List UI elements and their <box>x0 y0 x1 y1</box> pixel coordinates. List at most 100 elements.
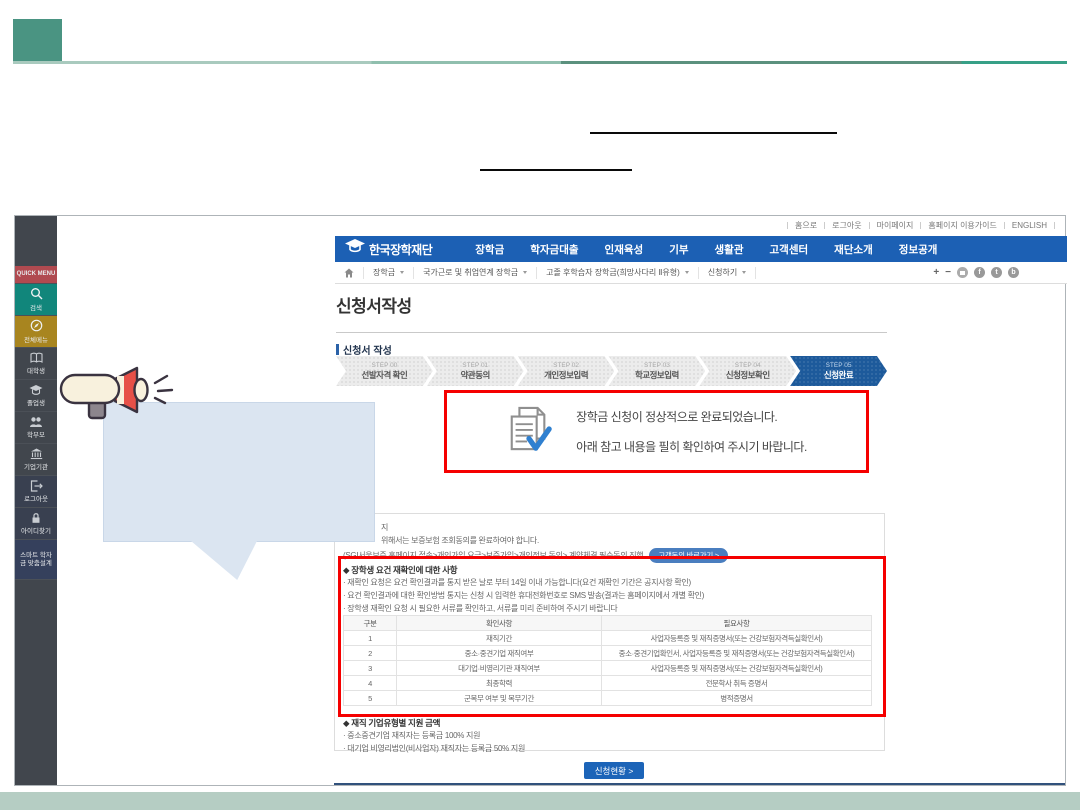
page-title: 신청서작성 <box>336 292 412 317</box>
document-check-icon <box>506 405 552 458</box>
notice-obscured-line-1: 지 <box>381 522 388 533</box>
graduation-cap-icon <box>29 384 43 399</box>
sidebar-item-label: 전체메뉴 <box>24 337 48 345</box>
kosaf-logo[interactable]: 한국장학재단 <box>345 239 432 259</box>
twitter-icon[interactable]: t <box>991 267 1002 278</box>
breadcrumb-label: 고졸 후학습자 장학금(희망사다리 Ⅱ유형) <box>546 267 680 278</box>
sidebar-item-university-student[interactable]: 대학생 <box>15 348 57 380</box>
separator <box>1054 222 1055 229</box>
sidebar-item-label: 학부모 <box>27 432 45 440</box>
utility-link-mypage[interactable]: 마이페이지 <box>870 220 921 231</box>
table-row: 1 재직기간 사업자등록증 및 재직증명서(또는 건강보험자격득실확인서) <box>344 631 872 646</box>
recheck-bullet-1: · 재확인 요청은 요건 확인결과를 통지 받은 날로 부터 14일 이내 가능… <box>343 577 691 588</box>
cell: 중소·중견기업확인서, 사업자등록증 및 재직증명서(또는 건강보험자격득실확인… <box>602 646 872 661</box>
cell: 중소·중견기업 재직여부 <box>397 646 602 661</box>
sidebar-item-all-menu[interactable]: 전체메뉴 <box>15 316 57 348</box>
redacted-underline-2 <box>480 156 632 171</box>
nav-item-about[interactable]: 재단소개 <box>821 242 886 257</box>
blog-icon[interactable]: b <box>1008 267 1019 278</box>
nav-item-donation[interactable]: 기부 <box>656 242 701 257</box>
step-02: STEP 02개인정보입력 <box>518 356 615 386</box>
col-header: 확인사항 <box>397 616 602 631</box>
table-row: 5 군복무 여부 및 복무기간 병적증명서 <box>344 691 872 706</box>
facebook-icon[interactable]: f <box>974 267 985 278</box>
chevron-down-icon <box>523 271 527 274</box>
nav-item-talent[interactable]: 인재육성 <box>592 242 657 257</box>
speech-bubble-tail <box>191 541 257 580</box>
users-icon <box>29 416 43 431</box>
section-title-label: 신청서 작성 <box>343 342 392 357</box>
font-smaller-button[interactable]: − <box>945 267 951 278</box>
sidebar-item-graduate[interactable]: 졸업생 <box>15 380 57 412</box>
consent-shortcut-button[interactable]: 고객동의 바로가기 > <box>649 548 727 563</box>
breadcrumb-item-apply[interactable]: 신청하기 <box>699 267 755 278</box>
print-icon[interactable] <box>957 267 968 278</box>
notice-consent-text: (SGI서울보증 홈페이지 접속>개인가입 요금>보증가입>개인정보 동의> 계… <box>343 550 643 561</box>
cell: 5 <box>344 691 397 706</box>
nav-item-scholarship[interactable]: 장학금 <box>462 242 517 257</box>
logout-icon <box>30 480 43 495</box>
graduation-cap-logo-icon <box>345 239 365 259</box>
sidebar-item-label: 로그아웃 <box>24 496 48 504</box>
sidebar-item-label: 대학생 <box>27 368 45 376</box>
font-larger-button[interactable]: + <box>933 267 939 278</box>
nav-item-customer-center[interactable]: 고객센터 <box>757 242 822 257</box>
home-icon[interactable] <box>335 268 363 278</box>
utility-links: 홈으로 로그아웃 마이페이지 홈페이지 이용가이드 ENGLISH <box>787 220 1055 231</box>
step-03: STEP 03학교정보입력 <box>608 356 705 386</box>
sidebar-item-label: 아이디찾기 <box>21 528 51 536</box>
utility-link-logout[interactable]: 로그아웃 <box>825 220 868 231</box>
sidebar-item-parents[interactable]: 학부모 <box>15 412 57 444</box>
sidebar-item-institution[interactable]: 기업기관 <box>15 444 57 476</box>
col-header: 필요사항 <box>602 616 872 631</box>
sidebar-item-label: 졸업생 <box>27 400 45 408</box>
step-number: STEP 02 <box>553 362 579 369</box>
footer-top-border <box>334 783 1065 785</box>
recheck-bullet-2: · 요건 확인결과에 대한 확인방법 통지는 신청 시 입력한 휴대전화번호로 … <box>343 590 704 601</box>
bank-icon <box>30 448 43 463</box>
breadcrumb-label: 신청하기 <box>708 267 737 278</box>
cell: 3 <box>344 661 397 676</box>
breadcrumb: 장학금 국가근로 및 취업연계 장학금 고졸 후학습자 장학금(희망사다리 Ⅱ유… <box>335 262 1067 284</box>
title-divider <box>336 332 887 333</box>
cell: 병적증명서 <box>602 691 872 706</box>
chevron-down-icon <box>742 271 746 274</box>
utility-link-guide[interactable]: 홈페이지 이용가이드 <box>921 220 1003 231</box>
notice-panel: 지 위해서는 보증보험 조회동의를 완료하여야 합니다. (SGI서울보증 홈페… <box>334 513 885 751</box>
cell: 사업자등록증 및 재직증명서(또는 건강보험자격득실확인서) <box>602 631 872 646</box>
step-number: STEP 00 <box>371 362 397 369</box>
application-status-button[interactable]: 신청현황 > <box>584 762 644 779</box>
separator <box>755 267 756 279</box>
step-label: 개인정보입력 <box>544 369 588 381</box>
step-number: STEP 03 <box>644 362 670 369</box>
nav-item-loan[interactable]: 학자금대출 <box>517 242 591 257</box>
cell: 4 <box>344 676 397 691</box>
notice-consent-row: (SGI서울보증 홈페이지 접속>개인가입 요금>보증가입>개인정보 동의> 계… <box>343 548 728 563</box>
sidebar-item-find-id[interactable]: 아이디찾기 <box>15 508 57 540</box>
sidebar-item-label: 스마트 학자금 맞춤설계 <box>15 552 57 567</box>
global-nav-bar: 한국장학재단 장학금 학자금대출 인재육성 기부 생활관 고객센터 재단소개 정… <box>335 236 1067 262</box>
nav-item-disclosure[interactable]: 정보공개 <box>886 242 951 257</box>
breadcrumb-item-program[interactable]: 고졸 후학습자 장학금(희망사다리 Ⅱ유형) <box>537 267 698 278</box>
breadcrumb-item-category[interactable]: 국가근로 및 취업연계 장학금 <box>414 267 536 278</box>
support-heading: ◆ 재직 기업유형별 지원 금액 <box>343 717 440 729</box>
nav-item-dormitory[interactable]: 생활관 <box>702 242 757 257</box>
support-bullet-2: · 대기업 비영리법인(비사업자) 재직자는 등록금 50% 지원 <box>343 743 525 754</box>
utility-link-home[interactable]: 홈으로 <box>788 220 824 231</box>
cell: 재직기간 <box>397 631 602 646</box>
utility-link-english[interactable]: ENGLISH <box>1005 221 1054 230</box>
breadcrumb-item-scholarship[interactable]: 장학금 <box>364 267 413 278</box>
completion-line-2: 아래 참고 내용을 필히 확인하여 주시기 바랍니다. <box>576 438 807 455</box>
step-label: 학교정보입력 <box>635 369 679 381</box>
table-header-row: 구분 확인사항 필요사항 <box>344 616 872 631</box>
sidebar-item-smart-plan[interactable]: 스마트 학자금 맞춤설계 <box>15 540 57 580</box>
nav-menu: 장학금 학자금대출 인재육성 기부 생활관 고객센터 재단소개 정보공개 <box>462 242 950 257</box>
recheck-bullet-3: · 장학생 재확인 요청 시 필요한 서류를 확인하고, 서류를 미리 준비하여… <box>343 603 617 614</box>
compass-icon <box>30 319 43 335</box>
sidebar-item-logout[interactable]: 로그아웃 <box>15 476 57 508</box>
sidebar-item-search[interactable]: 검색 <box>15 284 57 316</box>
redacted-underline-1 <box>590 119 837 134</box>
table-row: 3 대기업·비영리기관 재직여부 사업자등록증 및 재직증명서(또는 건강보험자… <box>344 661 872 676</box>
chevron-down-icon <box>685 271 689 274</box>
browser-screenshot: QUICK MENU 검색 전체메뉴 대학생 졸업생 학부모 <box>14 215 1066 786</box>
